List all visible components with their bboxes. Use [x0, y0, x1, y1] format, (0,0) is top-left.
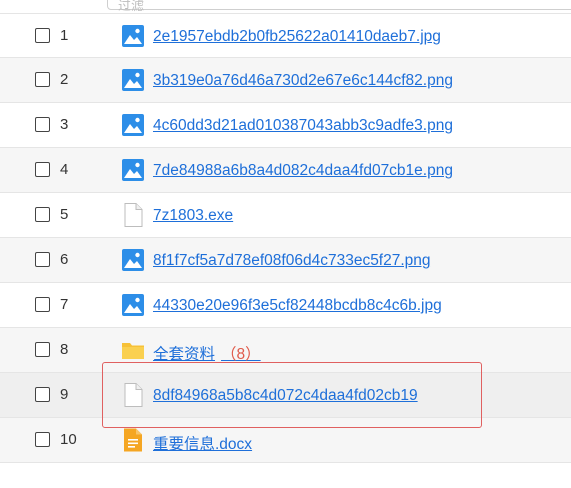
row-index: 7	[60, 296, 69, 313]
file-name-text: 4c60dd3d21ad010387043abb3c9adfe3.png	[153, 117, 453, 134]
file-row[interactable]: 2 3b319e0a76d46a730d2e67e6c144cf82.png	[0, 58, 571, 103]
file-name-text: 2e1957ebdb2b0fb25622a01410daeb7.jpg	[153, 28, 441, 45]
file-name-link[interactable]: 2e1957ebdb2b0fb25622a01410daeb7.jpg	[153, 28, 441, 46]
file-name-link[interactable]: 全套资料 （8）	[153, 342, 261, 364]
file-name-link[interactable]: 3b319e0a76d46a730d2e67e6c144cf82.png	[153, 72, 453, 90]
image-file-icon	[122, 158, 144, 182]
row-checkbox[interactable]	[35, 72, 50, 87]
file-name-link[interactable]: 7z1803.exe	[153, 207, 233, 225]
file-name-link[interactable]: 8f1f7cf5a7d78ef08f06d4c733ec5f27.png	[153, 252, 431, 270]
row-index: 9	[60, 386, 69, 403]
file-name-link[interactable]: 44330e20e96f3e5cf82448bcdb8c4c6b.jpg	[153, 297, 442, 315]
file-row[interactable]: 5 7z1803.exe	[0, 193, 571, 238]
file-row[interactable]: 6 8f1f7cf5a7d78ef08f06d4c733ec5f27.png	[0, 238, 571, 283]
blank-file-icon	[122, 383, 144, 407]
image-file-icon	[122, 293, 144, 317]
row-index: 4	[60, 161, 69, 178]
file-name-text: 重要信息.docx	[153, 436, 253, 453]
file-row[interactable]: 1 2e1957ebdb2b0fb25622a01410daeb7.jpg	[0, 13, 571, 58]
item-count: （8）	[221, 346, 261, 363]
file-row[interactable]: 8 全套资料 （8）	[0, 328, 571, 373]
row-checkbox[interactable]	[35, 117, 50, 132]
row-index: 5	[60, 206, 69, 223]
file-name-link[interactable]: 4c60dd3d21ad010387043abb3c9adfe3.png	[153, 117, 453, 135]
file-name-text: 44330e20e96f3e5cf82448bcdb8c4c6b.jpg	[153, 297, 442, 314]
filter-field-text: 过滤	[118, 0, 145, 13]
file-row[interactable]: 4 7de84988a6b8a4d082c4daa4fd07cb1e.png	[0, 148, 571, 193]
row-checkbox[interactable]	[35, 387, 50, 402]
file-row[interactable]: 10 重要信息.docx	[0, 418, 571, 463]
row-index: 6	[60, 251, 69, 268]
row-index: 10	[60, 431, 77, 448]
file-row[interactable]: 7 44330e20e96f3e5cf82448bcdb8c4c6b.jpg	[0, 283, 571, 328]
file-name-text: 全套资料	[153, 346, 216, 363]
row-checkbox[interactable]	[35, 342, 50, 357]
file-name-link[interactable]: 7de84988a6b8a4d082c4daa4fd07cb1e.png	[153, 162, 453, 180]
blank-file-icon	[122, 203, 144, 227]
file-name-text: 8f1f7cf5a7d78ef08f06d4c733ec5f27.png	[153, 252, 431, 269]
image-file-icon	[122, 68, 144, 92]
file-list: 1 2e1957ebdb2b0fb25622a01410daeb7.jpg 2 3b3…	[0, 13, 571, 463]
image-file-icon	[122, 24, 144, 48]
row-checkbox[interactable]	[35, 162, 50, 177]
row-checkbox[interactable]	[35, 207, 50, 222]
file-name-text: 3b319e0a76d46a730d2e67e6c144cf82.png	[153, 72, 453, 89]
document-file-icon	[122, 428, 144, 452]
row-index: 3	[60, 116, 69, 133]
filter-field-fragment[interactable]: 过滤	[107, 0, 571, 13]
row-index: 8	[60, 341, 69, 358]
row-checkbox[interactable]	[35, 297, 50, 312]
file-row[interactable]: 9 8df84968a5b8c4d072c4daa4fd02cb19	[0, 373, 571, 418]
file-name-link[interactable]: 8df84968a5b8c4d072c4daa4fd02cb19	[153, 387, 418, 405]
top-bar: 过滤	[0, 0, 571, 13]
folder-icon	[122, 338, 144, 362]
row-index: 2	[60, 71, 69, 88]
file-name-text: 7z1803.exe	[153, 207, 234, 224]
image-file-icon	[122, 113, 144, 137]
row-checkbox[interactable]	[35, 252, 50, 267]
file-name-link[interactable]: 重要信息.docx	[153, 432, 252, 454]
row-checkbox[interactable]	[35, 28, 50, 43]
file-name-text: 8df84968a5b8c4d072c4daa4fd02cb19	[153, 387, 418, 404]
row-index: 1	[60, 27, 69, 44]
file-name-text: 7de84988a6b8a4d082c4daa4fd07cb1e.png	[153, 162, 453, 179]
image-file-icon	[122, 248, 144, 272]
file-row[interactable]: 3 4c60dd3d21ad010387043abb3c9adfe3.png	[0, 103, 571, 148]
row-checkbox[interactable]	[35, 432, 50, 447]
